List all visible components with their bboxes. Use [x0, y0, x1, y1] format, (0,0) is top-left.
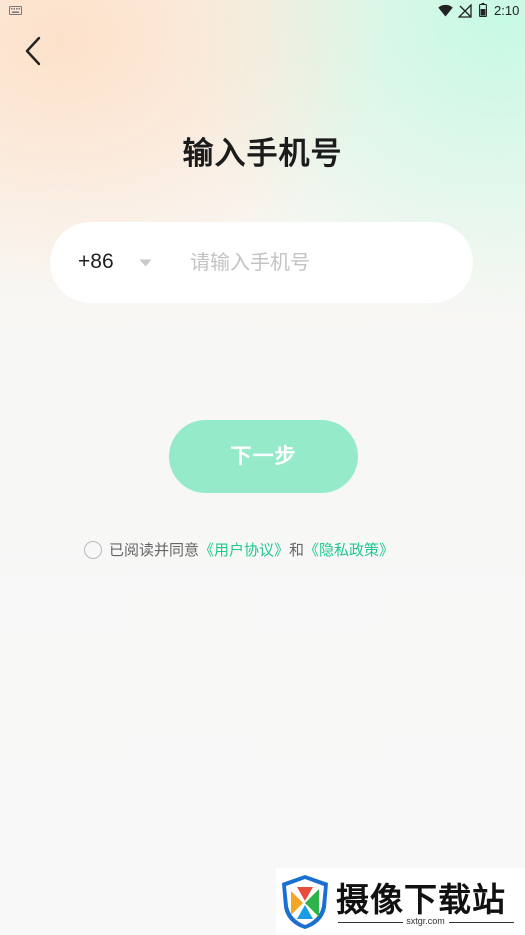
- watermark-domain: sxtgr.com: [406, 916, 445, 926]
- country-code-selector[interactable]: +86: [78, 250, 114, 274]
- caret-down-icon[interactable]: [139, 259, 152, 267]
- phone-input-container: +86: [50, 222, 473, 303]
- phone-number-input[interactable]: [190, 242, 450, 282]
- watermark-title: 摄像下载站: [336, 880, 506, 919]
- user-agreement-link[interactable]: 《用户协议》: [199, 541, 289, 559]
- page-title: 输入手机号: [182, 136, 343, 172]
- status-time: 2:10: [494, 3, 520, 18]
- privacy-policy-link[interactable]: 《隐私政策》: [304, 541, 394, 559]
- agreement-text: 已阅读并同意《用户协议》和《隐私政策》: [109, 539, 394, 561]
- shield-logo-icon: [282, 875, 328, 929]
- agreement-conjunction: 和: [289, 541, 305, 559]
- signal-off-icon: [458, 4, 472, 18]
- keyboard-icon: [9, 6, 22, 15]
- battery-icon: [479, 3, 487, 17]
- back-button[interactable]: [20, 34, 48, 68]
- agreement-prefix: 已阅读并同意: [109, 541, 200, 559]
- watermark-divider: [449, 922, 514, 923]
- status-bar: 2:10: [0, 0, 525, 24]
- wifi-icon: [438, 4, 453, 17]
- watermark: 摄像下载站 sxtgr.com: [276, 868, 525, 935]
- agreement-checkbox[interactable]: [84, 541, 102, 559]
- chevron-left-icon: [25, 36, 41, 66]
- next-button[interactable]: 下一步: [169, 420, 358, 493]
